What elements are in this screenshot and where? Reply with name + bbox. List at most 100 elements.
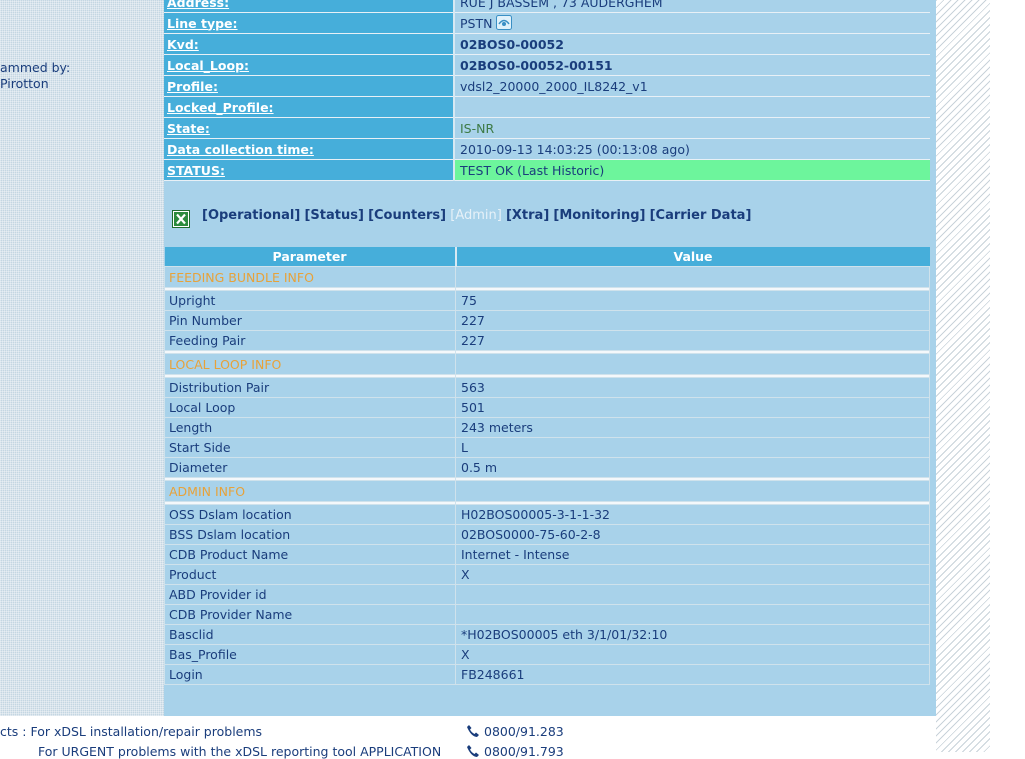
param-name: Basclid	[164, 624, 456, 645]
info-label-cell: Locked_Profile:	[164, 96, 455, 118]
info-label-link[interactable]: Address:	[167, 0, 229, 10]
param-value: Internet - Intense	[455, 544, 930, 565]
table-row: Local Loop 501	[164, 397, 930, 418]
info-row: Line type: PSTN	[164, 12, 930, 34]
param-name: Feeding Pair	[164, 330, 456, 351]
tab-admin[interactable]: [Admin]	[450, 208, 502, 223]
table-row: Feeding Pair 227	[164, 330, 930, 351]
phone-handset-icon	[466, 724, 484, 739]
param-value: 227	[455, 310, 930, 331]
info-label-link[interactable]: Line type:	[167, 16, 238, 31]
param-value: X	[455, 644, 930, 665]
column-header-value: Value	[455, 247, 930, 267]
phone-line-icon[interactable]	[496, 15, 513, 30]
table-row: Login FB248661	[164, 664, 930, 685]
section-value-empty	[455, 480, 930, 502]
phone-number: 0800/91.283	[484, 724, 564, 739]
info-label-cell: Profile:	[164, 75, 455, 97]
info-label-link[interactable]: State:	[167, 121, 210, 136]
info-label-link[interactable]: Kvd:	[167, 37, 199, 52]
contact-phone: 0800/91.283	[466, 724, 564, 739]
info-label-link[interactable]: Local_Loop:	[167, 58, 249, 73]
parameter-table: Parameter Value FEEDING BUNDLE INFO Uprig…	[164, 247, 930, 685]
param-name: Pin Number	[164, 310, 456, 331]
table-row: Diameter 0.5 m	[164, 457, 930, 478]
info-value: PSTN	[454, 12, 930, 34]
info-value: IS-NR	[454, 117, 930, 139]
info-label-link[interactable]: STATUS:	[167, 163, 225, 178]
param-value: 75	[455, 290, 930, 311]
left-sidebar: ammed by: Pirotton	[0, 0, 164, 716]
info-label-cell: Local_Loop:	[164, 54, 455, 76]
info-label-cell: State:	[164, 117, 455, 139]
param-name: Login	[164, 664, 456, 685]
info-label-cell: Address:	[164, 0, 455, 13]
table-row: CDB Product Name Internet - Intense	[164, 544, 930, 565]
info-row: State: IS-NR	[164, 117, 930, 139]
contact-text: cts : For xDSL installation/repair probl…	[0, 724, 263, 739]
page-edge-pattern	[936, 0, 990, 752]
section-value-empty	[455, 266, 930, 288]
section-value-empty	[455, 353, 930, 375]
section-title: FEEDING BUNDLE INFO	[164, 266, 456, 288]
param-value: FB248661	[455, 664, 930, 685]
param-value: 501	[455, 397, 930, 418]
info-value-text: 02BOS0-00052-00151	[460, 57, 613, 73]
table-row: Pin Number 227	[164, 310, 930, 331]
table-row: Bas_Profile X	[164, 644, 930, 665]
param-name: Bas_Profile	[164, 644, 456, 665]
section-header-row: FEEDING BUNDLE INFO	[164, 266, 930, 288]
info-label-link[interactable]: Profile:	[167, 79, 218, 94]
param-name: Distribution Pair	[164, 377, 456, 398]
line-info-table: Address: RUE J BASSEM , 73 AUDERGHEM Line …	[164, 0, 930, 181]
table-row: Basclid *H02BOS00005 eth 3/1/01/32:10	[164, 624, 930, 645]
table-row: OSS Dslam location H02BOS00005-3-1-1-32	[164, 504, 930, 525]
tab-carrier-data[interactable]: [Carrier Data]	[650, 208, 752, 223]
parameter-table-header: Parameter Value	[164, 247, 930, 267]
param-name: OSS Dslam location	[164, 504, 456, 525]
param-name: ABD Provider id	[164, 584, 456, 605]
tab-xtra[interactable]: [Xtra]	[506, 208, 549, 223]
excel-export-icon[interactable]	[172, 210, 190, 228]
param-name: Local Loop	[164, 397, 456, 418]
info-row: Address: RUE J BASSEM , 73 AUDERGHEM	[164, 0, 930, 13]
tab-status[interactable]: [Status]	[304, 208, 363, 223]
table-row: CDB Provider Name	[164, 604, 930, 625]
view-tabs: [Operational] [Status] [Counters] [Admin…	[172, 206, 912, 228]
table-row: BSS Dslam location 02BOS0000-75-60-2-8	[164, 524, 930, 545]
param-value: X	[455, 564, 930, 585]
param-name: Start Side	[164, 437, 456, 458]
info-label-cell: STATUS:	[164, 159, 455, 181]
param-name: Upright	[164, 290, 456, 311]
column-header-parameter: Parameter	[164, 247, 457, 267]
param-name: CDB Provider Name	[164, 604, 456, 625]
param-value	[455, 604, 930, 625]
section-header-row: LOCAL LOOP INFO	[164, 353, 930, 375]
info-value-text: 2010-09-13 14:03:25 (00:13:08 ago)	[460, 141, 690, 157]
info-row: Locked_Profile:	[164, 96, 930, 118]
section-title: ADMIN INFO	[164, 480, 456, 502]
info-value-text: TEST OK (Last Historic)	[460, 162, 605, 178]
param-value: 563	[455, 377, 930, 398]
tab-counters[interactable]: [Counters]	[368, 208, 446, 223]
info-value-text: vdsl2_20000_2000_IL8242_v1	[460, 78, 648, 94]
info-label-link[interactable]: Locked_Profile:	[167, 100, 274, 115]
credit-name: Pirotton	[0, 76, 49, 91]
info-row: Profile: vdsl2_20000_2000_IL8242_v1	[164, 75, 930, 97]
param-name: CDB Product Name	[164, 544, 456, 565]
status-badge: TEST OK (Last Historic)	[454, 159, 930, 181]
table-row: ABD Provider id	[164, 584, 930, 605]
tab-monitoring[interactable]: [Monitoring]	[553, 208, 645, 223]
info-value-text: 02BOS0-00052	[460, 36, 564, 52]
info-label-link[interactable]: Data collection time:	[167, 142, 314, 157]
table-row: Upright 75	[164, 290, 930, 311]
info-label-cell: Line type:	[164, 12, 455, 34]
param-value: *H02BOS00005 eth 3/1/01/32:10	[455, 624, 930, 645]
param-value: H02BOS00005-3-1-1-32	[455, 504, 930, 525]
param-value: L	[455, 437, 930, 458]
info-value-text: RUE J BASSEM , 73 AUDERGHEM	[460, 0, 663, 10]
info-value: 2010-09-13 14:03:25 (00:13:08 ago)	[454, 138, 930, 160]
credit-label: ammed by:	[0, 60, 71, 75]
tab-operational[interactable]: [Operational]	[202, 208, 300, 223]
param-value: 0.5 m	[455, 457, 930, 478]
